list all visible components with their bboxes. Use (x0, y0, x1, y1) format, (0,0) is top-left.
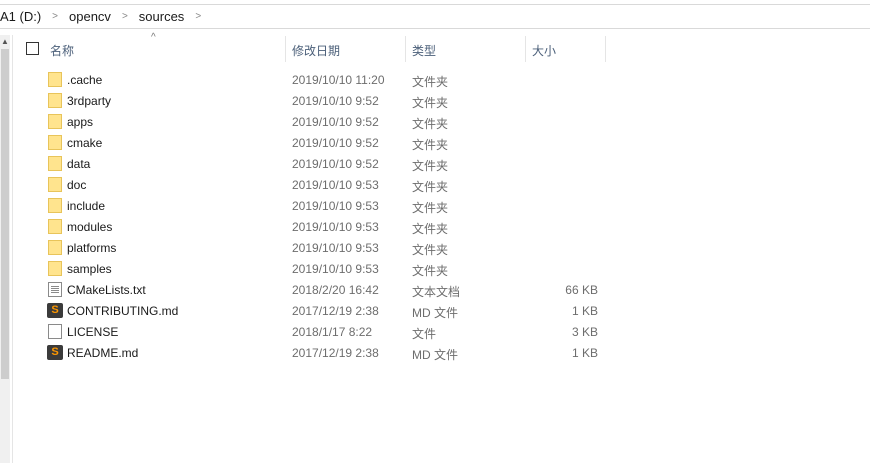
file-type: 文件 (412, 327, 437, 341)
file-type: 文件夹 (412, 75, 449, 89)
file-name: doc (67, 178, 87, 192)
chevron-right-icon[interactable]: > (117, 11, 133, 22)
file-type: 文件夹 (412, 138, 449, 152)
file-date: 2018/2/20 16:42 (292, 283, 379, 297)
file-name: CMakeLists.txt (67, 283, 146, 297)
file-name: CONTRIBUTING.md (67, 304, 179, 318)
folder-icon (48, 156, 62, 171)
file-name: samples (67, 262, 112, 276)
file-size: 1 KB (571, 346, 598, 360)
file-row[interactable]: platforms 2019/10/10 9:53 文件夹 (14, 237, 614, 258)
breadcrumb-drive[interactable]: A1 (D:) (0, 9, 47, 24)
file-row[interactable]: 3rdparty 2019/10/10 9:52 文件夹 (14, 90, 614, 111)
folder-icon (48, 198, 62, 213)
file-date: 2019/10/10 9:52 (292, 157, 379, 171)
sublime-file-icon: S (47, 345, 63, 360)
chevron-right-icon[interactable]: > (190, 11, 206, 22)
file-date: 2019/10/10 9:52 (292, 136, 379, 150)
file-name: data (67, 157, 91, 171)
file-row[interactable]: .cache 2019/10/10 11:20 文件夹 (14, 69, 614, 90)
file-name: README.md (67, 346, 139, 360)
file-row[interactable]: LICENSE 2018/1/17 8:22 文件 3 KB (14, 321, 614, 342)
file-type: 文件夹 (412, 264, 449, 278)
column-divider[interactable] (525, 36, 526, 62)
file-date: 2018/1/17 8:22 (292, 325, 373, 339)
pane-divider[interactable] (12, 35, 13, 463)
nav-pane-scrollbar[interactable]: ▲ (0, 35, 10, 463)
file-row[interactable]: modules 2019/10/10 9:53 文件夹 (14, 216, 614, 237)
select-all-checkbox[interactable] (26, 42, 39, 55)
file-date: 2017/12/19 2:38 (292, 346, 379, 360)
file-type: 文件夹 (412, 117, 449, 131)
file-row[interactable]: doc 2019/10/10 9:53 文件夹 (14, 174, 614, 195)
file-date: 2019/10/10 9:53 (292, 199, 379, 213)
file-date: 2019/10/10 9:52 (292, 94, 379, 108)
folder-icon (48, 240, 62, 255)
file-date: 2019/10/10 9:53 (292, 178, 379, 192)
scrollbar-thumb[interactable] (1, 49, 9, 379)
column-type[interactable]: 类型 (412, 42, 436, 59)
file-row[interactable]: samples 2019/10/10 9:53 文件夹 (14, 258, 614, 279)
scroll-up-icon[interactable]: ▲ (1, 37, 9, 46)
file-date: 2019/10/10 9:52 (292, 115, 379, 129)
file-date: 2017/12/19 2:38 (292, 304, 379, 318)
file-date: 2019/10/10 9:53 (292, 262, 379, 276)
file-type: 文件夹 (412, 159, 449, 173)
file-size: 66 KB (565, 283, 598, 297)
file-name: 3rdparty (67, 94, 112, 108)
file-row[interactable]: CMakeLists.txt 2018/2/20 16:42 文本文档 66 K… (14, 279, 614, 300)
column-size[interactable]: 大小 (532, 42, 556, 59)
file-row[interactable]: S CONTRIBUTING.md 2017/12/19 2:38 MD 文件 … (14, 300, 614, 321)
text-file-icon (48, 282, 62, 297)
column-date[interactable]: 修改日期 (292, 42, 340, 59)
breadcrumb-sources[interactable]: sources (133, 9, 191, 24)
file-size: 1 KB (571, 304, 598, 318)
column-divider[interactable] (285, 36, 286, 62)
file-type: MD 文件 (412, 348, 458, 362)
file-name: platforms (67, 241, 117, 255)
chevron-right-icon[interactable]: > (47, 11, 63, 22)
file-date: 2019/10/10 9:53 (292, 220, 379, 234)
file-type: MD 文件 (412, 306, 458, 320)
file-type: 文件夹 (412, 222, 449, 236)
file-date: 2019/10/10 11:20 (292, 73, 385, 87)
address-bar[interactable]: A1 (D:) > opencv > sources > (0, 4, 870, 29)
file-name: LICENSE (67, 325, 119, 339)
column-name[interactable]: 名称 (50, 42, 74, 59)
column-header: ^ 名称 修改日期 类型 大小 (14, 32, 870, 62)
file-type: 文件夹 (412, 201, 449, 215)
file-row[interactable]: S README.md 2017/12/19 2:38 MD 文件 1 KB (14, 342, 614, 363)
file-type: 文件夹 (412, 243, 449, 257)
file-row[interactable]: apps 2019/10/10 9:52 文件夹 (14, 111, 614, 132)
file-name: apps (67, 115, 94, 129)
file-name: .cache (67, 73, 103, 87)
file-name: cmake (67, 136, 103, 150)
file-type: 文件夹 (412, 180, 449, 194)
file-name: include (67, 199, 106, 213)
folder-icon (48, 72, 62, 87)
folder-icon (48, 261, 62, 276)
breadcrumb-opencv[interactable]: opencv (63, 9, 117, 24)
folder-icon (48, 177, 62, 192)
file-size: 3 KB (571, 325, 598, 339)
file-row[interactable]: data 2019/10/10 9:52 文件夹 (14, 153, 614, 174)
folder-icon (48, 93, 62, 108)
file-row[interactable]: include 2019/10/10 9:53 文件夹 (14, 195, 614, 216)
file-icon (48, 324, 62, 339)
sort-ascending-icon: ^ (151, 32, 156, 43)
folder-icon (48, 135, 62, 150)
file-type: 文件夹 (412, 96, 449, 110)
sublime-file-icon: S (47, 303, 63, 318)
file-row[interactable]: cmake 2019/10/10 9:52 文件夹 (14, 132, 614, 153)
folder-icon (48, 114, 62, 129)
column-divider[interactable] (605, 36, 606, 62)
column-divider[interactable] (405, 36, 406, 62)
folder-icon (48, 219, 62, 234)
file-name: modules (67, 220, 113, 234)
file-type: 文本文档 (412, 285, 461, 299)
file-date: 2019/10/10 9:53 (292, 241, 379, 255)
